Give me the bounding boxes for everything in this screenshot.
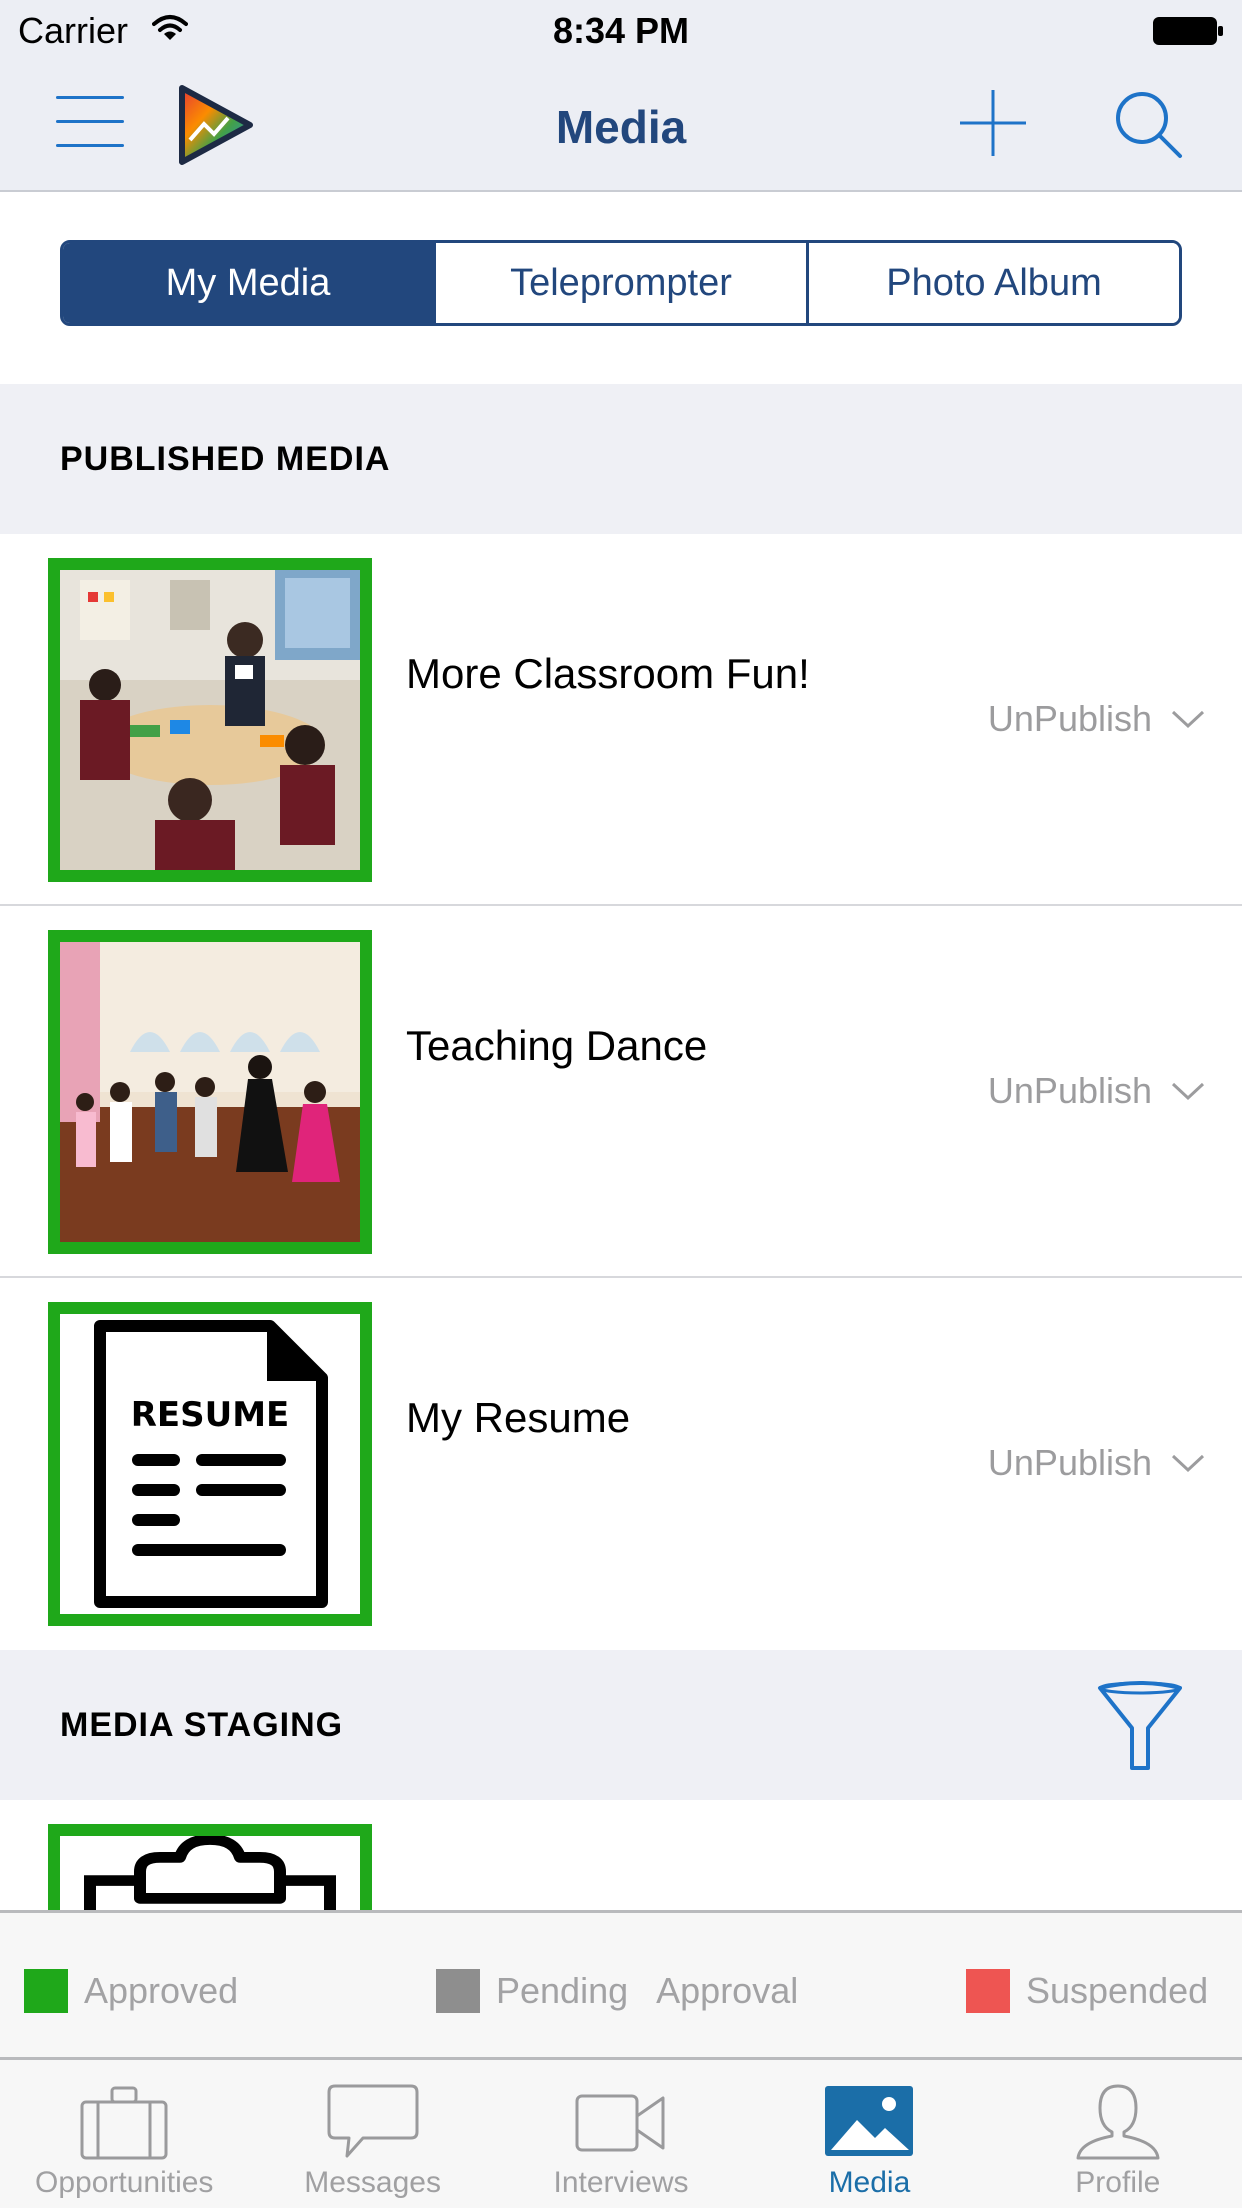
search-icon[interactable]: [1112, 88, 1184, 160]
media-row[interactable]: Teaching Dance UnPublish: [0, 906, 1242, 1278]
unpublish-label: UnPublish: [987, 1070, 1152, 1111]
chat-bubble-icon: [327, 2084, 419, 2158]
unpublish-dropdown[interactable]: UnPublish: [988, 698, 1206, 740]
tab-label: Interviews: [553, 2166, 689, 2199]
unpublish-dropdown[interactable]: UnPublish: [988, 1070, 1206, 1112]
video-camera-icon: [575, 2094, 665, 2152]
suspended-swatch: [966, 1969, 1010, 2013]
media-thumbnail[interactable]: [48, 558, 372, 882]
media-row[interactable]: RESUME My Resume UnPublish: [0, 1278, 1242, 1650]
page-title: Media: [555, 101, 687, 153]
legend-approved: Approved: [24, 1969, 238, 2013]
navigation-bar: Carrier 8:34 PM Media: [0, 0, 1242, 192]
segment-photo-album[interactable]: Photo Album: [806, 243, 1179, 323]
unpublish-dropdown[interactable]: UnPublish: [988, 1442, 1206, 1484]
clock-label: 8:34 PM: [552, 10, 690, 51]
photo-icon: [825, 2086, 914, 2156]
media-thumbnail[interactable]: RESUME: [48, 1302, 372, 1626]
legend-label: Approved: [84, 1970, 239, 2011]
media-title: Teaching Dance: [406, 1022, 708, 1069]
chevron-down-icon: [1171, 1082, 1205, 1101]
battery-icon: [1153, 17, 1223, 45]
add-icon[interactable]: [958, 88, 1028, 158]
svg-text:RESUME: RESUME: [131, 1395, 290, 1435]
tab-opportunities[interactable]: Opportunities: [0, 2060, 248, 2208]
tab-interviews[interactable]: Interviews: [497, 2060, 745, 2208]
tab-label: Messages: [304, 2166, 441, 2199]
menu-icon-line: [56, 96, 124, 99]
media-row[interactable]: More Classroom Fun! UnPublish: [0, 534, 1242, 906]
legend-pending: Pending Approval: [436, 1969, 798, 2013]
filter-icon[interactable]: [1096, 1680, 1184, 1772]
clipboard-icon: [60, 1836, 360, 1910]
chevron-down-icon: [1171, 710, 1205, 729]
media-title: My Resume: [406, 1394, 631, 1441]
media-row[interactable]: [0, 1800, 1242, 1910]
chevron-down-icon: [1171, 1454, 1205, 1473]
legend-label: Pending Approval: [496, 1970, 799, 2011]
briefcase-icon: [80, 2086, 168, 2160]
tab-label: Media: [828, 2166, 911, 2199]
tab-profile[interactable]: Profile: [994, 2060, 1242, 2208]
media-title: More Classroom Fun!: [406, 650, 810, 697]
media-segmented-control: My Media Teleprompter Photo Album: [60, 240, 1182, 326]
media-staging-header: MEDIA STAGING: [0, 1650, 1242, 1800]
section-title: MEDIA STAGING: [60, 1706, 344, 1744]
unpublish-label: UnPublish: [987, 698, 1152, 739]
segment-teleprompter[interactable]: Teleprompter: [433, 243, 806, 323]
approved-swatch: [24, 1969, 68, 2013]
pending-swatch: [436, 1969, 480, 2013]
tab-messages[interactable]: Messages: [248, 2060, 496, 2208]
media-thumbnail[interactable]: [48, 930, 372, 1254]
legend-suspended: Suspended: [966, 1969, 1208, 2013]
section-title: PUBLISHED MEDIA: [60, 440, 391, 478]
tab-media[interactable]: Media: [745, 2060, 993, 2208]
legend-label: Suspended: [1026, 1970, 1209, 2011]
resume-document-icon: RESUME: [60, 1314, 360, 1614]
tab-bar: Opportunities Messages Interviews Media …: [0, 2060, 1242, 2208]
segment-my-media[interactable]: My Media: [63, 243, 433, 323]
status-bar: Carrier 8:34 PM: [0, 0, 1242, 60]
published-media-header: PUBLISHED MEDIA: [0, 384, 1242, 534]
classroom-photo-image: [60, 570, 360, 870]
unpublish-label: UnPublish: [987, 1442, 1152, 1483]
person-icon: [1076, 2084, 1160, 2160]
tab-label: Profile: [1075, 2166, 1161, 2199]
status-legend: Approved Pending Approval Suspended: [0, 1910, 1242, 2060]
media-thumbnail[interactable]: [48, 1824, 372, 1910]
dance-photo-image: [60, 942, 360, 1242]
tab-label: Opportunities: [34, 2166, 214, 2199]
segment-container: My Media Teleprompter Photo Album: [0, 194, 1242, 384]
